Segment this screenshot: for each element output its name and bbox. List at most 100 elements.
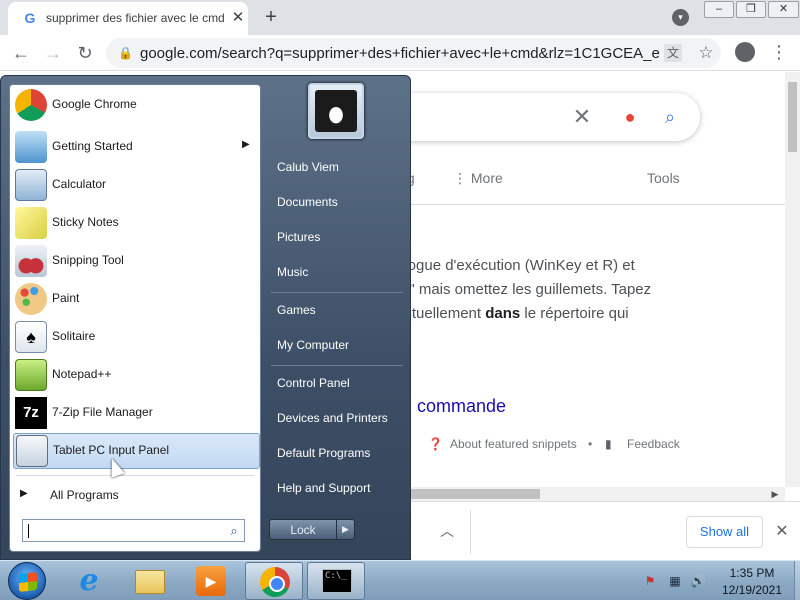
show-desktop-button[interactable] <box>794 561 800 600</box>
all-programs-button[interactable]: ▶ All Programs <box>10 483 260 507</box>
program-paint[interactable]: Paint <box>10 281 260 317</box>
link-label: My Computer <box>277 338 350 352</box>
scroll-right-icon[interactable]: ▶ <box>768 487 782 501</box>
address-url[interactable]: google.com/search?q=supprimer+des+fichie… <box>140 45 660 63</box>
clock-date[interactable]: 12/19/2021 <box>712 583 792 597</box>
program-calculator[interactable]: Calculator <box>10 167 260 203</box>
lock-options-arrow-icon[interactable]: ▶ <box>336 520 354 539</box>
chevron-up-icon[interactable]: ︿ <box>438 522 456 540</box>
link-label: Documents <box>277 195 338 209</box>
windows-logo-icon <box>19 572 37 592</box>
tab-title: supprimer des fichier avec le cmd <box>46 11 225 25</box>
link-my-computer[interactable]: My Computer <box>269 330 405 360</box>
link-documents[interactable]: Documents <box>269 187 405 217</box>
link-user-folder[interactable]: Calub Viem <box>269 152 405 182</box>
program-label: Paint <box>52 291 80 305</box>
feedback-icon[interactable]: ▮ <box>605 437 612 451</box>
address-bar[interactable]: 🔒 google.com/search?q=supprimer+des+fich… <box>106 38 721 68</box>
program-notepadpp[interactable]: Notepad++ <box>10 357 260 393</box>
taskbar-chrome[interactable] <box>245 562 303 600</box>
internet-explorer-icon: e <box>79 563 99 598</box>
link-pictures[interactable]: Pictures <box>269 222 405 252</box>
link-games[interactable]: Games <box>269 295 405 325</box>
feedback-link[interactable]: Feedback <box>627 437 680 451</box>
help-icon[interactable]: ❓ <box>428 437 443 451</box>
action-center-flag-icon[interactable]: ⚑ <box>642 573 658 589</box>
new-tab-button[interactable]: + <box>260 6 282 28</box>
tab-tools[interactable]: Tools <box>647 170 680 186</box>
browser-toolbar: ← → ↻ 🔒 google.com/search?q=supprimer+de… <box>0 35 800 71</box>
program-label: Sticky Notes <box>52 215 119 229</box>
program-solitaire[interactable]: ♠ Solitaire <box>10 319 260 355</box>
reload-button[interactable]: ↻ <box>72 40 98 66</box>
result-link[interactable]: commande <box>417 396 506 417</box>
link-default-programs[interactable]: Default Programs <box>269 438 405 468</box>
microphone-icon[interactable]: ● <box>618 105 642 129</box>
program-label: Getting Started <box>52 139 133 153</box>
link-help-support[interactable]: Help and Support <box>269 473 405 503</box>
link-label: Calub Viem <box>277 160 339 174</box>
paint-icon <box>15 283 47 315</box>
forward-button[interactable]: → <box>40 40 66 66</box>
browser-tab[interactable]: G supprimer des fichier avec le cmd ✕ <box>8 2 248 35</box>
bookmark-star-icon[interactable]: ☆ <box>696 42 716 64</box>
tab-more[interactable]: ⋮ More <box>453 170 503 187</box>
clear-search-icon[interactable]: ✕ <box>570 105 594 129</box>
minimize-button[interactable]: – <box>704 1 734 18</box>
vertical-scrollbar[interactable] <box>785 72 800 487</box>
horizontal-scrollbar[interactable]: ▶ <box>410 487 785 501</box>
taskbar-internet-explorer[interactable]: e <box>60 562 118 600</box>
program-label: Notepad++ <box>52 367 112 381</box>
scrollbar-thumb[interactable] <box>410 489 540 499</box>
links-divider <box>271 365 403 366</box>
program-google-chrome[interactable]: Google Chrome <box>10 87 260 123</box>
chrome-menu-icon[interactable]: ⋮ <box>770 41 788 63</box>
program-sticky-notes[interactable]: Sticky Notes <box>10 205 260 241</box>
link-label: Games <box>277 303 316 317</box>
start-search-input[interactable]: ⌕ <box>22 519 245 542</box>
link-label: Default Programs <box>277 446 371 460</box>
lock-button[interactable]: Lock ▶ <box>269 519 355 540</box>
taskbar-cmd[interactable]: C:\_ <box>307 562 365 600</box>
program-label: Snipping Tool <box>52 253 124 267</box>
program-tablet-input-panel[interactable]: Tablet PC Input Panel <box>13 433 260 469</box>
lock-icon[interactable]: 🔒 <box>118 45 133 61</box>
show-all-button[interactable]: Show all <box>686 516 763 548</box>
clock-time[interactable]: 1:35 PM <box>712 566 792 580</box>
network-icon[interactable]: ▦ <box>667 573 683 589</box>
program-label: Solitaire <box>52 329 96 343</box>
restore-button[interactable]: ❐ <box>736 1 766 18</box>
solitaire-icon: ♠ <box>15 321 47 353</box>
back-button[interactable]: ← <box>8 40 34 66</box>
submenu-arrow-icon: ▶ <box>242 139 250 150</box>
media-player-icon: ▶ <box>196 566 226 596</box>
getting-started-icon <box>15 131 47 163</box>
program-snipping-tool[interactable]: Snipping Tool <box>10 243 260 279</box>
taskbar-explorer[interactable] <box>121 562 179 600</box>
link-control-panel[interactable]: Control Panel <box>269 368 405 398</box>
volume-icon[interactable]: 🔊 <box>690 573 706 589</box>
snippet-line-1: alogue d'exécution (WinKey et R) et <box>396 257 635 274</box>
translate-icon[interactable]: 文 <box>664 44 682 62</box>
calculator-icon <box>15 169 47 201</box>
link-label: Devices and Printers <box>277 411 388 425</box>
tab-close-icon[interactable]: ✕ <box>230 10 246 26</box>
chrome-icon <box>260 567 290 597</box>
profile-avatar-icon[interactable] <box>735 42 755 62</box>
search-icon[interactable]: ⌕ <box>226 522 242 539</box>
about-snippets-link[interactable]: About featured snippets <box>450 437 577 451</box>
start-button[interactable] <box>8 562 46 600</box>
scrollbar-thumb[interactable] <box>788 82 797 152</box>
link-music[interactable]: Music <box>269 257 405 287</box>
snippet-bold-word: dans <box>485 305 521 322</box>
download-bar-close-icon[interactable]: ✕ <box>772 522 792 542</box>
link-devices-printers[interactable]: Devices and Printers <box>269 403 405 433</box>
search-icon[interactable]: ⌕ <box>658 105 682 129</box>
program-getting-started[interactable]: Getting Started ▶ <box>10 129 260 165</box>
program-7zip[interactable]: 7z 7-Zip File Manager <box>10 395 260 431</box>
tab-search-icon[interactable]: ▾ <box>672 9 689 26</box>
taskbar-media-player[interactable]: ▶ <box>182 562 240 600</box>
user-avatar[interactable] <box>308 83 364 139</box>
window-close-button[interactable]: ✕ <box>768 1 799 18</box>
google-favicon-icon: G <box>24 10 36 26</box>
